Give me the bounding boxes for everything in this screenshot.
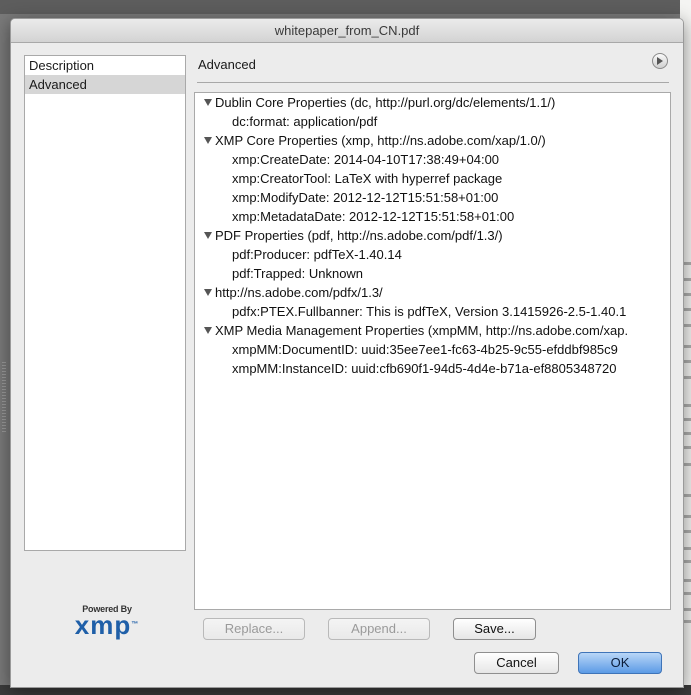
tree-row-text: xmp:ModifyDate: 2012-12-12T15:51:58+01:0… [232, 190, 499, 205]
tree-group-row[interactable]: XMP Media Management Properties (xmpMM, … [195, 321, 670, 340]
tree-property-row[interactable]: xmp:CreateDate: 2014-04-10T17:38:49+04:0… [195, 150, 670, 169]
disclosure-triangle-icon[interactable] [204, 327, 212, 334]
replace-button[interactable]: Replace... [203, 618, 305, 640]
disclosure-triangle-icon[interactable] [204, 289, 212, 296]
tree-row-text: xmpMM:DocumentID: uuid:35ee7ee1-fc63-4b2… [232, 342, 618, 357]
xmp-logo: Powered By xmp™ [67, 604, 147, 640]
dialog-title: whitepaper_from_CN.pdf [11, 19, 683, 43]
tree-row-text: dc:format: application/pdf [232, 114, 378, 129]
tree-row-text: XMP Core Properties (xmp, http://ns.adob… [215, 133, 546, 148]
tree-row-text: xmp:CreateDate: 2014-04-10T17:38:49+04:0… [232, 152, 500, 167]
tree-row-text: xmp:CreatorTool: LaTeX with hyperref pac… [232, 171, 503, 186]
tree-property-row[interactable]: xmpMM:DocumentID: uuid:35ee7ee1-fc63-4b2… [195, 340, 670, 359]
tree-property-row[interactable]: xmp:CreatorTool: LaTeX with hyperref pac… [195, 169, 670, 188]
tree-row-text: pdfx:PTEX.Fullbanner: This is pdfTeX, Ve… [232, 304, 627, 319]
tree-group-row[interactable]: Dublin Core Properties (dc, http://purl.… [195, 93, 670, 112]
save-button[interactable]: Save... [453, 618, 536, 640]
tree-row-text: Dublin Core Properties (dc, http://purl.… [215, 95, 556, 110]
tree-property-row[interactable]: xmpMM:InstanceID: uuid:cfb690f1-94d5-4d4… [195, 359, 670, 378]
tree-row-text: xmp:MetadataDate: 2012-12-12T15:51:58+01… [232, 209, 515, 224]
panel-title: Advanced [198, 57, 256, 72]
tree-row-text: pdf:Trapped: Unknown [232, 266, 364, 281]
disclosure-triangle-icon[interactable] [204, 137, 212, 144]
tree-property-row[interactable]: xmp:ModifyDate: 2012-12-12T15:51:58+01:0… [195, 188, 670, 207]
tree-row-text: http://ns.adobe.com/pdfx/1.3/ [215, 285, 383, 300]
metadata-tree[interactable]: Dublin Core Properties (dc, http://purl.… [194, 92, 671, 610]
panel-menu-icon[interactable] [652, 53, 668, 69]
cancel-button[interactable]: Cancel [474, 652, 559, 674]
xmp-wordmark: xmp™ [74, 610, 140, 640]
tree-property-row[interactable]: pdf:Producer: pdfTeX-1.40.14 [195, 245, 670, 264]
ok-button[interactable]: OK [578, 652, 662, 674]
tree-property-row[interactable]: xmp:MetadataDate: 2012-12-12T15:51:58+01… [195, 207, 670, 226]
tree-row-text: pdf:Producer: pdfTeX-1.40.14 [232, 247, 402, 262]
append-button[interactable]: Append... [328, 618, 430, 640]
sidebar-item-description[interactable]: Description [25, 56, 185, 75]
tree-group-row[interactable]: http://ns.adobe.com/pdfx/1.3/ [195, 283, 670, 302]
document-properties-dialog: whitepaper_from_CN.pdf Description Advanc… [10, 18, 684, 688]
sidebar-item-advanced[interactable]: Advanced [25, 75, 185, 94]
tree-row-text: XMP Media Management Properties (xmpMM, … [215, 323, 629, 338]
tree-group-row[interactable]: PDF Properties (pdf, http://ns.adobe.com… [195, 226, 670, 245]
background-resize-grip [2, 362, 6, 434]
panel-divider [197, 82, 669, 83]
tree-property-row[interactable]: dc:format: application/pdf [195, 112, 670, 131]
tree-property-row[interactable]: pdfx:PTEX.Fullbanner: This is pdfTeX, Ve… [195, 302, 670, 321]
tree-row-text: PDF Properties (pdf, http://ns.adobe.com… [215, 228, 503, 243]
disclosure-triangle-icon[interactable] [204, 99, 212, 106]
disclosure-triangle-icon[interactable] [204, 232, 212, 239]
tree-property-row[interactable]: pdf:Trapped: Unknown [195, 264, 670, 283]
category-list: Description Advanced [24, 55, 186, 551]
tree-group-row[interactable]: XMP Core Properties (xmp, http://ns.adob… [195, 131, 670, 150]
background-window-strip [0, 0, 691, 14]
tree-row-text: xmpMM:InstanceID: uuid:cfb690f1-94d5-4d4… [232, 361, 617, 376]
